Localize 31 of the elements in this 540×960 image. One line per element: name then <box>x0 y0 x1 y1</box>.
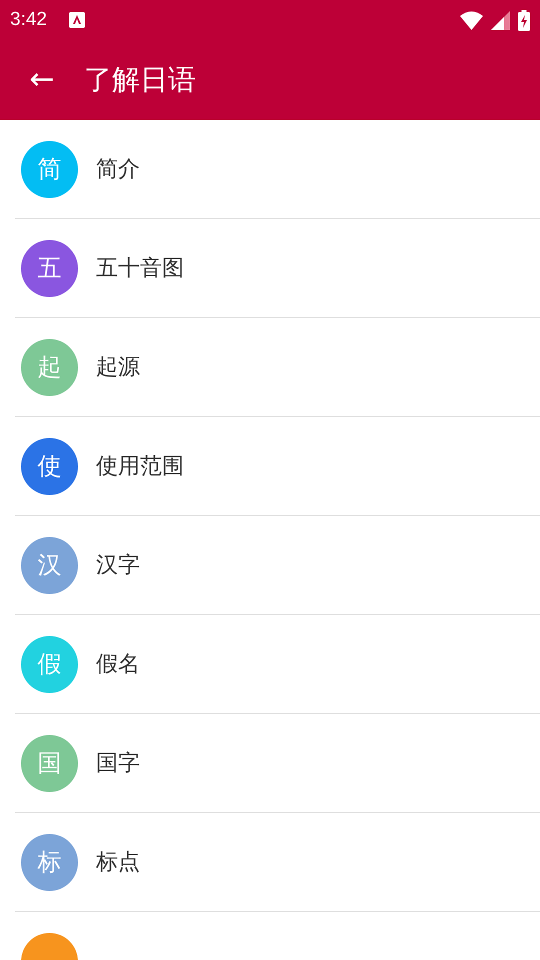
initial-avatar: 简 <box>21 140 78 198</box>
battery-icon <box>518 10 530 30</box>
item-label: 简介 <box>96 156 140 184</box>
initial-avatar: 五 <box>21 240 78 296</box>
initial-avatar: 使 <box>21 438 78 494</box>
list-item[interactable]: 使 使用范围 <box>15 417 540 516</box>
item-label: 标点 <box>96 848 140 876</box>
page-title: 了解日语 <box>84 62 196 98</box>
back-button[interactable]: ← <box>0 65 84 95</box>
item-label: 使用范围 <box>96 452 184 480</box>
item-label: 汉字 <box>96 552 140 580</box>
initial-avatar: 标 <box>21 834 78 890</box>
list-item[interactable]: 五 五十音图 <box>15 219 540 318</box>
item-label: 五十音图 <box>96 254 184 282</box>
status-time: 3:42 <box>10 8 47 32</box>
list-item[interactable]: 起 起源 <box>15 318 540 417</box>
list-item[interactable]: 国 国字 <box>15 714 540 813</box>
item-label: 国字 <box>96 750 140 778</box>
wifi-icon <box>460 10 483 30</box>
list-item[interactable]: 标 标点 <box>15 813 540 912</box>
initial-avatar: 假 <box>21 636 78 692</box>
item-label: 假名 <box>96 650 140 678</box>
list-item[interactable]: 假 假名 <box>15 615 540 714</box>
notification-icon <box>68 12 85 28</box>
signal-icon <box>491 10 510 30</box>
list-item[interactable]: 汉 汉字 <box>15 516 540 615</box>
item-label: 起源 <box>96 354 140 382</box>
initial-avatar: 国 <box>21 734 78 792</box>
initial-avatar: 起 <box>21 338 78 396</box>
list-item[interactable]: 简 简介 <box>15 120 540 219</box>
initial-avatar: 汉 <box>21 536 78 594</box>
